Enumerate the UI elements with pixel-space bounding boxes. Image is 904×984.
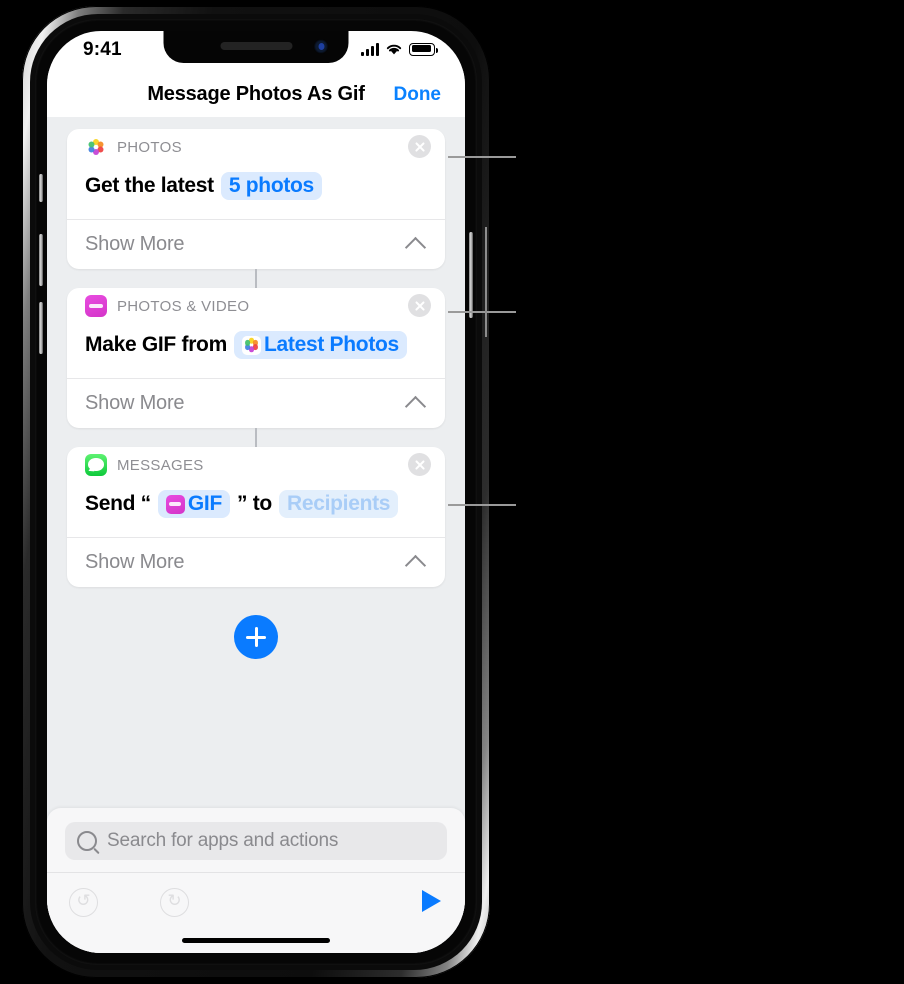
close-circle-icon[interactable] bbox=[408, 135, 431, 158]
front-camera-icon bbox=[315, 41, 327, 52]
action-text-before: Make GIF from bbox=[85, 333, 227, 356]
power-button[interactable] bbox=[469, 232, 473, 318]
notch bbox=[163, 31, 349, 63]
show-more-toggle[interactable]: Show More bbox=[67, 538, 445, 587]
chevron-up-icon bbox=[404, 236, 427, 259]
action-parameter-token-recipients[interactable]: Recipients bbox=[278, 490, 399, 518]
token-label: Recipients bbox=[286, 492, 391, 515]
action-card-photos-video[interactable]: PHOTOS & VIDEO Make GIF from Latest Phot… bbox=[67, 288, 445, 428]
phone-screen: 9:41 Message Photos As Gif Done PHOTOS G… bbox=[47, 31, 465, 953]
action-parameter-token[interactable]: 5 photos bbox=[220, 172, 322, 200]
photos-app-icon bbox=[241, 335, 261, 355]
status-time: 9:41 bbox=[83, 39, 122, 60]
search-placeholder: Search for apps and actions bbox=[107, 830, 339, 851]
callout-line-vertical bbox=[485, 227, 487, 337]
search-row: Search for apps and actions bbox=[47, 808, 465, 872]
volume-up-button[interactable] bbox=[39, 234, 43, 286]
photos-app-icon bbox=[85, 136, 107, 158]
token-label: Latest Photos bbox=[263, 333, 399, 356]
callout-line-action-1 bbox=[448, 156, 516, 158]
action-parameter-token[interactable]: GIF bbox=[157, 490, 230, 518]
silent-switch[interactable] bbox=[39, 174, 43, 202]
show-more-label: Show More bbox=[85, 551, 185, 573]
search-input[interactable]: Search for apps and actions bbox=[65, 822, 447, 860]
action-parameter-token[interactable]: Latest Photos bbox=[233, 331, 407, 359]
undo-glyph: ↺ bbox=[76, 890, 91, 910]
close-circle-icon[interactable] bbox=[408, 294, 431, 317]
chevron-up-icon bbox=[404, 554, 427, 577]
redo-arrow-icon[interactable]: ↻ bbox=[160, 887, 189, 917]
action-text-before: Get the latest bbox=[85, 174, 214, 197]
done-button[interactable]: Done bbox=[394, 84, 442, 106]
action-category-label: PHOTOS bbox=[117, 138, 182, 156]
action-text-before: Send “ bbox=[85, 492, 151, 515]
card-gap bbox=[47, 269, 465, 288]
shortcut-editor-canvas: PHOTOS Get the latest 5 photos Show More… bbox=[47, 117, 465, 953]
battery-icon bbox=[409, 42, 438, 56]
action-card-wrapper: PHOTOS & VIDEO Make GIF from Latest Phot… bbox=[47, 288, 465, 428]
search-icon bbox=[77, 831, 97, 851]
action-card-header: MESSAGES bbox=[67, 447, 445, 483]
phone-bezel: 9:41 Message Photos As Gif Done PHOTOS G… bbox=[35, 19, 477, 965]
action-body: Get the latest 5 photos bbox=[67, 165, 445, 219]
show-more-label: Show More bbox=[85, 233, 185, 255]
photos-video-app-icon bbox=[85, 295, 107, 317]
undo-arrow-icon[interactable]: ↺ bbox=[69, 887, 98, 917]
action-card-header: PHOTOS bbox=[67, 129, 445, 165]
action-card-messages[interactable]: MESSAGES Send “ GIF ” to Recipients Show… bbox=[67, 447, 445, 587]
phone-midframe: 9:41 Message Photos As Gif Done PHOTOS G… bbox=[30, 14, 482, 970]
action-body: Send “ GIF ” to Recipients bbox=[67, 483, 445, 537]
redo-glyph: ↻ bbox=[167, 890, 182, 910]
token-label: 5 photos bbox=[228, 174, 314, 197]
earpiece-speaker-icon bbox=[220, 42, 292, 50]
photos-video-app-icon bbox=[165, 494, 185, 514]
callout-line-action-2 bbox=[448, 311, 516, 313]
messages-app-icon bbox=[85, 454, 107, 476]
editor-toolbar: ↺ ↻ bbox=[47, 872, 465, 931]
action-card-wrapper: PHOTOS Get the latest 5 photos Show More bbox=[47, 129, 465, 269]
action-list: PHOTOS Get the latest 5 photos Show More… bbox=[47, 117, 465, 587]
chevron-up-icon bbox=[404, 395, 427, 418]
screenshot-root: 9:41 Message Photos As Gif Done PHOTOS G… bbox=[0, 0, 904, 984]
card-gap bbox=[47, 428, 465, 447]
action-connector-line bbox=[255, 428, 257, 447]
action-card-header: PHOTOS & VIDEO bbox=[67, 288, 445, 324]
play-triangle-icon[interactable] bbox=[422, 890, 441, 912]
action-connector-line bbox=[255, 269, 257, 288]
add-action-button[interactable] bbox=[234, 615, 278, 659]
volume-down-button[interactable] bbox=[39, 302, 43, 354]
wifi-icon bbox=[386, 44, 402, 55]
phone-frame: 9:41 Message Photos As Gif Done PHOTOS G… bbox=[22, 6, 490, 978]
show-more-label: Show More bbox=[85, 392, 185, 414]
action-card-photos[interactable]: PHOTOS Get the latest 5 photos Show More bbox=[67, 129, 445, 269]
signal-bars-icon bbox=[361, 42, 379, 56]
token-label: GIF bbox=[187, 492, 222, 515]
bottom-sheet: Search for apps and actions ↺ ↻ bbox=[47, 808, 465, 953]
action-category-label: PHOTOS & VIDEO bbox=[117, 297, 250, 315]
action-category-label: MESSAGES bbox=[117, 456, 204, 474]
status-indicators bbox=[361, 42, 438, 56]
close-circle-icon[interactable] bbox=[408, 453, 431, 476]
home-indicator[interactable] bbox=[182, 938, 330, 943]
action-body: Make GIF from Latest Photos bbox=[67, 324, 445, 378]
show-more-toggle[interactable]: Show More bbox=[67, 379, 445, 428]
action-text-mid: ” to bbox=[237, 492, 272, 515]
navigation-bar: Message Photos As Gif Done bbox=[47, 71, 465, 117]
action-card-wrapper: MESSAGES Send “ GIF ” to Recipients Show… bbox=[47, 447, 465, 587]
callout-line-action-3 bbox=[448, 504, 516, 506]
show-more-toggle[interactable]: Show More bbox=[67, 220, 445, 269]
